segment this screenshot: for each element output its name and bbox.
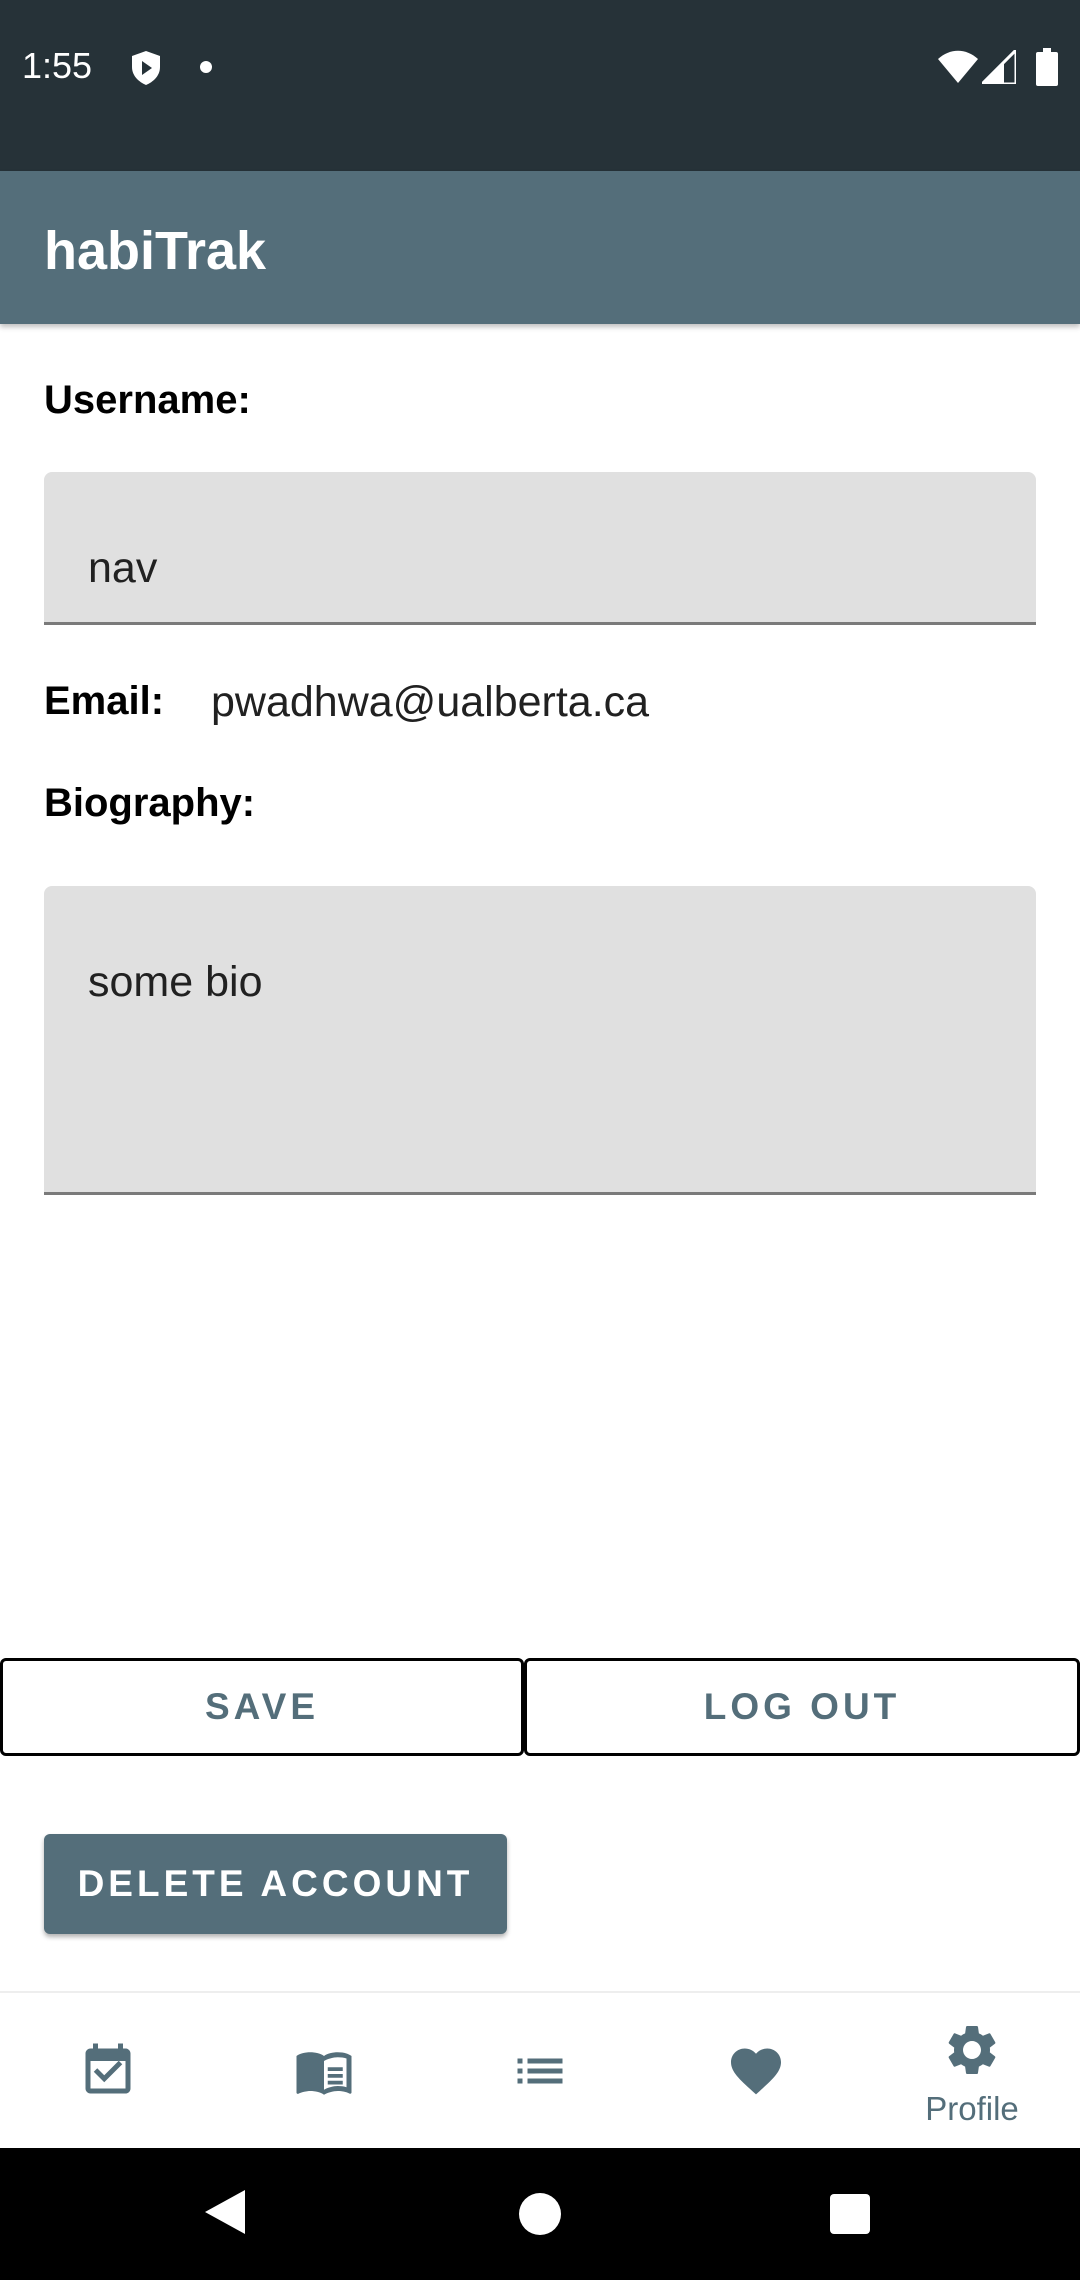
system-navigation-bar xyxy=(0,2148,1080,2280)
book-icon xyxy=(296,2052,352,2095)
email-label: Email: xyxy=(44,679,165,723)
shield-icon xyxy=(132,51,160,85)
bottom-navigation: Profile xyxy=(0,1991,1080,2148)
biography-label: Biography: xyxy=(44,781,256,825)
logout-button[interactable]: LOG OUT xyxy=(524,1658,1080,1756)
email-value: pwadhwa@ualberta.ca xyxy=(211,678,650,726)
delete-account-button[interactable]: DELETE ACCOUNT xyxy=(44,1834,507,1934)
nav-label-profile: Profile xyxy=(925,2090,1019,2127)
username-label: Username: xyxy=(44,378,251,422)
signal-icon xyxy=(982,50,1016,84)
status-bar: 1:55 xyxy=(0,0,1080,171)
username-value: nav xyxy=(88,544,158,592)
nav-item-calendar[interactable] xyxy=(0,1993,216,2148)
username-input[interactable]: nav xyxy=(44,472,1036,625)
app-title: habiTrak xyxy=(44,221,267,281)
calendar-check-icon xyxy=(85,2043,131,2094)
battery-icon xyxy=(1036,48,1058,86)
back-icon[interactable] xyxy=(203,2188,247,2236)
app-bar: habiTrak xyxy=(0,171,1080,324)
nav-item-profile[interactable]: Profile xyxy=(864,1993,1080,2148)
wifi-icon xyxy=(938,50,978,83)
notification-dot-icon xyxy=(200,61,212,73)
save-button[interactable]: SAVE xyxy=(0,1658,524,1756)
list-icon xyxy=(517,2058,563,2084)
nav-item-book[interactable] xyxy=(216,1993,432,2148)
nav-item-list[interactable] xyxy=(432,1993,648,2148)
biography-value: some bio xyxy=(88,958,263,1006)
biography-input[interactable]: some bio xyxy=(44,886,1036,1195)
home-icon[interactable] xyxy=(517,2191,563,2237)
nav-item-heart[interactable] xyxy=(648,1993,864,2148)
heart-icon xyxy=(731,2048,781,2095)
gear-icon xyxy=(948,2026,996,2074)
recents-icon[interactable] xyxy=(828,2192,872,2236)
status-time: 1:55 xyxy=(22,45,93,86)
